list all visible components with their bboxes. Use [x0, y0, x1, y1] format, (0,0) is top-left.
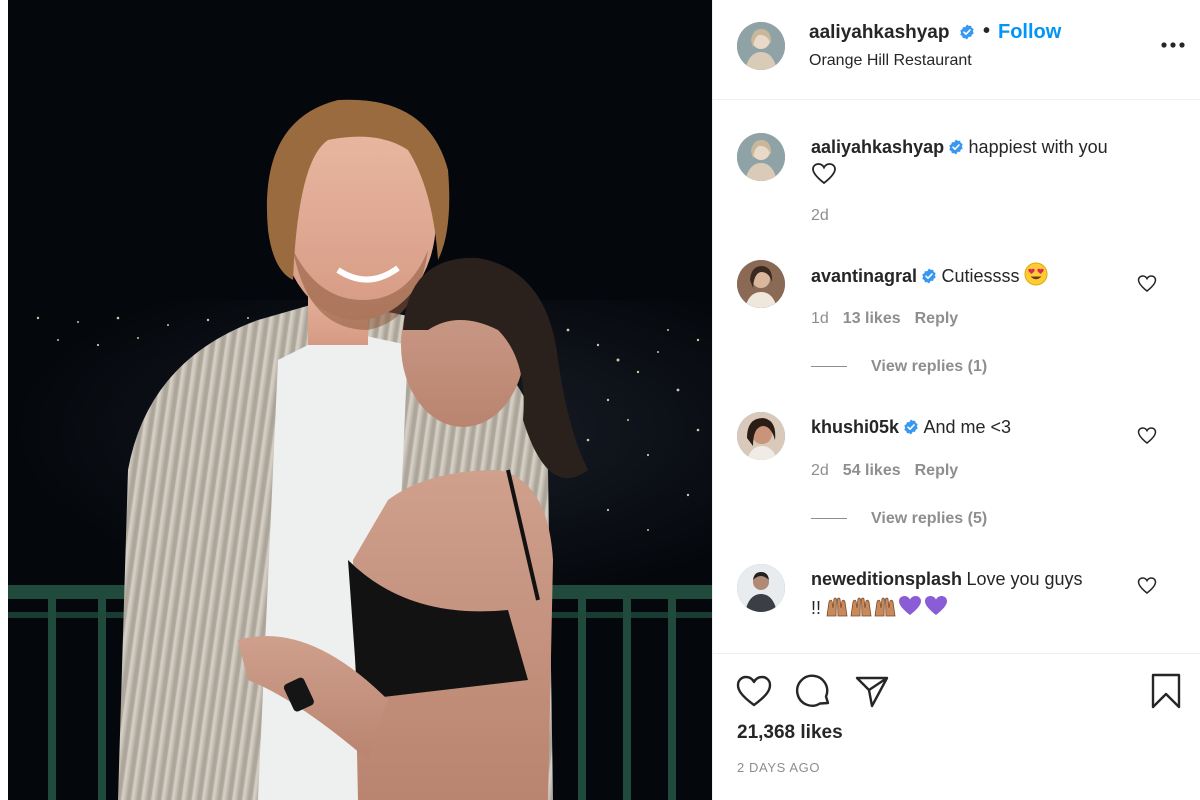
comment-username[interactable]: neweditionsplash	[811, 569, 962, 589]
header-separator: •	[983, 20, 991, 42]
comments-list[interactable]: aaliyahkashyap happiest with you 2d avan…	[713, 100, 1200, 653]
comment-meta: 1d 13 likes Reply	[811, 310, 972, 328]
avatar-image	[737, 412, 785, 460]
comment-like-heart-icon[interactable]	[1137, 274, 1157, 294]
comment-username[interactable]: avantinagral	[811, 266, 917, 286]
avatar-image	[737, 564, 785, 612]
post-username[interactable]: aaliyahkashyap	[809, 22, 949, 44]
comment-meta: 2d 54 likes Reply	[811, 462, 972, 480]
comment: khushi05k And me <3	[811, 414, 1171, 442]
verified-badge-icon	[948, 139, 964, 155]
raised-hands-emoji-icon	[873, 596, 897, 627]
comment: neweditionsplash Love you guys !!	[811, 566, 1171, 627]
post-side-panel: aaliyahkashyap • Follow Orange Hill Rest…	[712, 0, 1200, 800]
verified-badge-icon	[959, 24, 975, 40]
verified-badge-icon	[921, 268, 937, 284]
comment-text: Love you guys	[966, 569, 1083, 589]
view-replies-label: View replies (5)	[871, 510, 988, 527]
post-header: aaliyahkashyap • Follow Orange Hill Rest…	[713, 0, 1200, 100]
avatar-image	[737, 260, 785, 308]
comment-username[interactable]: khushi05k	[811, 417, 899, 437]
heart-eyes-emoji-icon	[1024, 262, 1048, 295]
reply-button[interactable]: Reply	[915, 462, 959, 479]
avatar[interactable]	[737, 260, 785, 308]
purple-heart-emoji-icon	[923, 594, 949, 627]
avatar[interactable]	[737, 412, 785, 460]
comment-like-heart-icon[interactable]	[1137, 576, 1157, 596]
caption-text: happiest with you	[968, 137, 1108, 157]
view-replies-button[interactable]: View replies (1)	[811, 358, 987, 376]
view-replies-label: View replies (1)	[871, 358, 988, 375]
comment-likes[interactable]: 54 likes	[843, 462, 901, 479]
avatar-image	[737, 22, 785, 70]
heart-outline-icon[interactable]	[735, 672, 773, 710]
comment-time: 2d	[811, 462, 829, 479]
comment-likes[interactable]: 13 likes	[843, 310, 901, 327]
bookmark-icon[interactable]	[1147, 672, 1185, 710]
comment-bubble-icon[interactable]	[795, 672, 833, 710]
follow-button[interactable]: Follow	[998, 21, 1061, 44]
purple-heart-emoji-icon	[897, 594, 923, 627]
caption-time: 2d	[811, 207, 829, 224]
comment-time: 1d	[811, 310, 829, 327]
view-replies-button[interactable]: View replies (5)	[811, 510, 987, 528]
comment: avantinagral Cutiessss	[811, 262, 1171, 295]
post-location[interactable]: Orange Hill Restaurant	[809, 52, 972, 70]
comment-text: Cutiessss	[941, 266, 1020, 286]
caption-username[interactable]: aaliyahkashyap	[811, 137, 944, 157]
post-timestamp: 2 DAYS AGO	[737, 760, 821, 775]
white-heart-icon	[811, 162, 837, 195]
caption-meta: 2d	[811, 207, 843, 225]
paper-plane-icon[interactable]	[853, 672, 891, 710]
avatar[interactable]	[737, 564, 785, 612]
post-photo[interactable]	[8, 0, 712, 800]
replies-rule	[811, 366, 847, 368]
photo-illustration	[8, 0, 712, 800]
verified-badge-icon	[903, 419, 919, 435]
likes-count[interactable]: 21,368 likes	[737, 722, 843, 744]
post-actions: 21,368 likes 2 DAYS AGO	[713, 653, 1200, 800]
raised-hands-emoji-icon	[825, 596, 849, 627]
replies-rule	[811, 518, 847, 520]
caption: aaliyahkashyap happiest with you	[811, 134, 1171, 195]
more-options-icon[interactable]	[1159, 36, 1187, 54]
raised-hands-emoji-icon	[849, 596, 873, 627]
avatar[interactable]	[737, 133, 785, 181]
reply-button[interactable]: Reply	[915, 310, 959, 327]
avatar[interactable]	[737, 22, 785, 70]
comment-like-heart-icon[interactable]	[1137, 426, 1157, 446]
comment-text-line2: !!	[811, 598, 822, 618]
comment-text: And me <3	[923, 417, 1012, 437]
avatar-image	[737, 133, 785, 181]
